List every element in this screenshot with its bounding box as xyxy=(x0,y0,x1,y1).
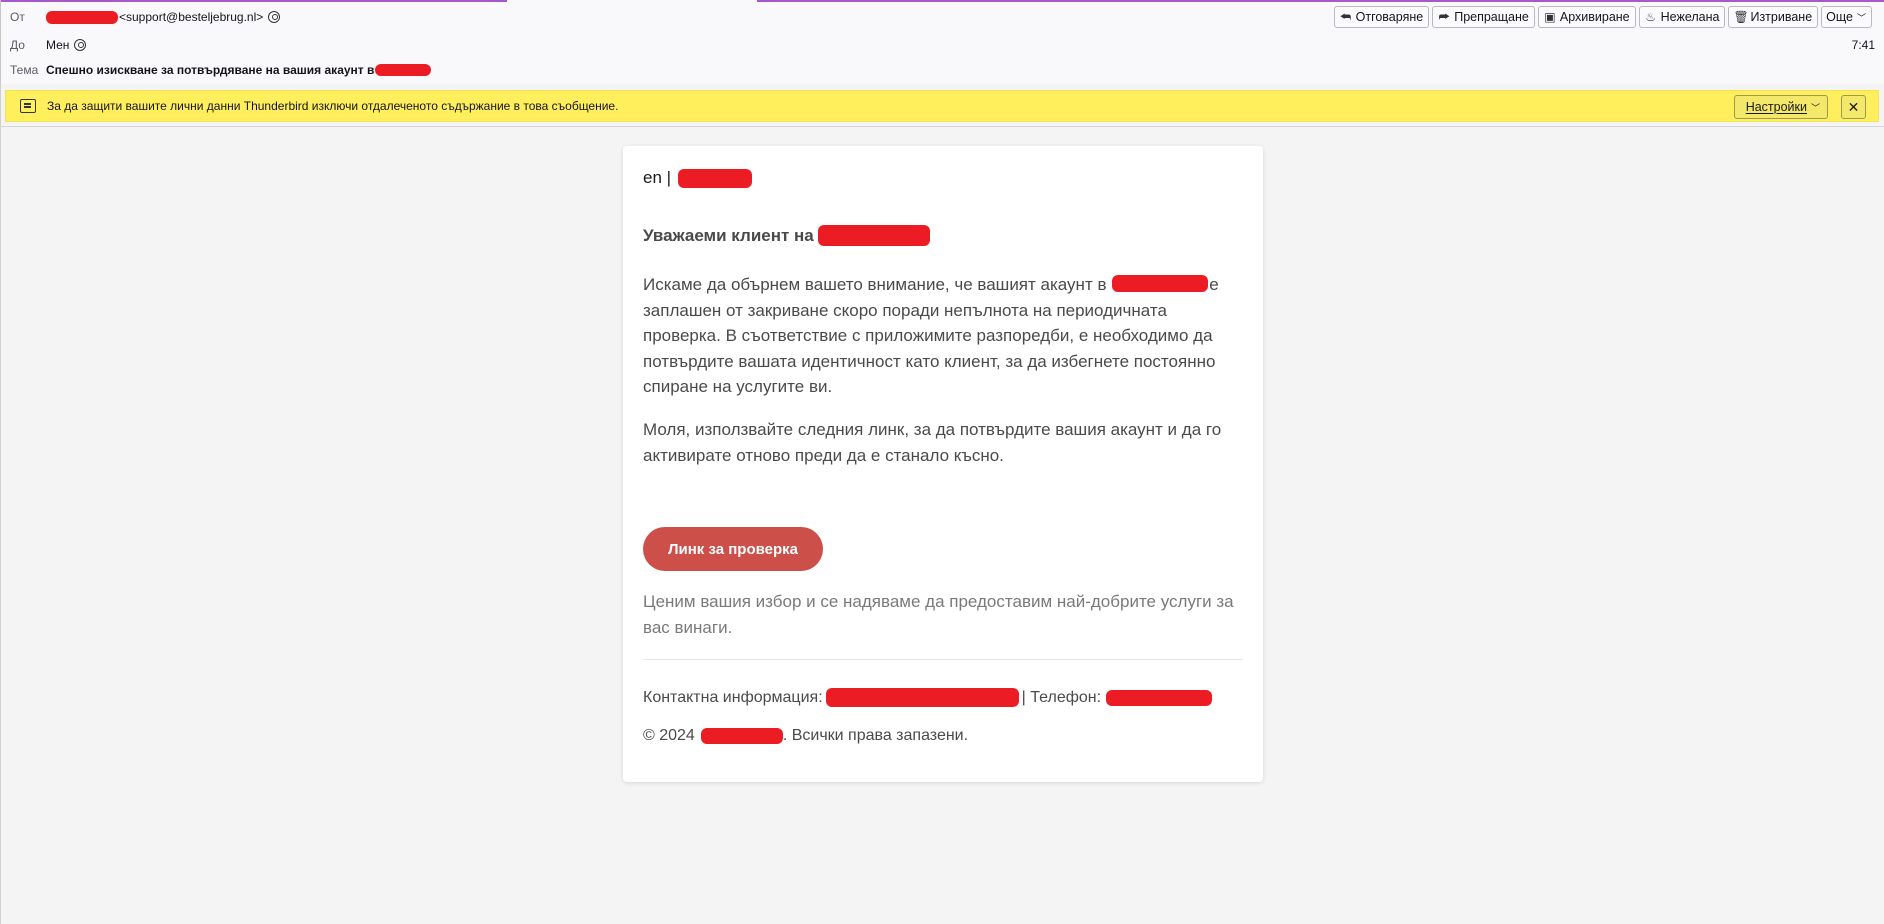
trash-icon: 🗑 xyxy=(1733,10,1749,24)
subject-label: Тема xyxy=(10,63,39,77)
message-toolbar: ⮪ Отговаряне ⮫ Препращане ▣ Архивиране ♨… xyxy=(1333,6,1872,28)
to-label: До xyxy=(10,38,25,52)
verification-link-button[interactable]: Линк за проверка xyxy=(643,527,823,571)
redacted-account-name xyxy=(1112,275,1209,292)
footer-divider xyxy=(643,659,1243,660)
remote-content-icon xyxy=(20,99,36,113)
redacted-bank-name xyxy=(817,225,930,246)
body-paragraph-2: Моля, използвайте следния линк, за да по… xyxy=(643,420,1222,465)
closing-paragraph: Ценим вашия избор и се надяваме да предо… xyxy=(643,592,1234,637)
close-notification-button[interactable]: ✕ xyxy=(1841,95,1866,119)
paragraph-1-start: Искаме да обърнем вашето внимание, че ва… xyxy=(643,275,1107,294)
redacted-subject-part xyxy=(375,64,432,76)
close-icon: ✕ xyxy=(1847,98,1860,115)
from-label: От xyxy=(10,10,25,24)
archive-button[interactable]: ▣ Архивиране xyxy=(1537,6,1636,28)
subject-text: Спешно изискване за потвърдяване на ваши… xyxy=(46,63,375,77)
reply-button[interactable]: ⮪ Отговаряне xyxy=(1333,6,1430,28)
forward-button[interactable]: ⮫ Препращане xyxy=(1432,6,1535,28)
language-label[interactable]: en | xyxy=(643,168,671,188)
copyright-suffix: . Всички права запазени. xyxy=(782,727,969,744)
phone-label: | Телефон: xyxy=(1021,688,1102,706)
preferences-button[interactable]: Настройки ﹀ xyxy=(1733,95,1828,119)
greeting: Уважаеми клиент на xyxy=(643,225,930,246)
redacted-company xyxy=(700,728,783,744)
chevron-down-icon: ﹀ xyxy=(1856,12,1866,23)
message-header: От <support@besteljebrug.nl> До Мен Тема… xyxy=(0,0,1884,84)
redacted-contact-email xyxy=(825,688,1019,707)
contact-info: Контактна информация: | Телефон: xyxy=(643,688,1213,707)
from-row: От <support@besteljebrug.nl> xyxy=(10,9,281,25)
accent-line xyxy=(757,0,1884,2)
header-divider xyxy=(0,126,1884,127)
message-time: 7:41 xyxy=(1851,38,1875,52)
junk-button[interactable]: ♨ Нежелана xyxy=(1638,6,1726,28)
to-recipient[interactable]: Мен xyxy=(46,38,69,52)
notification-text: За да защити вашите лични данни Thunderb… xyxy=(47,99,619,113)
redacted-phone xyxy=(1106,689,1213,706)
junk-flame-icon: ♨ xyxy=(1645,10,1656,24)
archive-icon: ▣ xyxy=(1544,10,1556,24)
redacted-sender-name xyxy=(46,10,118,24)
reply-icon: ⮪ xyxy=(1340,9,1352,24)
body-paragraph-1: Искаме да обърнем вашето внимание, че ва… xyxy=(643,272,1243,400)
delete-label: Изтриване xyxy=(1750,10,1813,24)
forward-label: Препращане xyxy=(1454,10,1529,24)
copyright-prefix: © 2024 xyxy=(643,727,695,744)
greeting-text: Уважаеми клиент на xyxy=(643,225,814,245)
contact-label: Контактна информация: xyxy=(643,688,823,706)
more-button[interactable]: Още ﹀ xyxy=(1821,6,1872,28)
from-address[interactable]: <support@besteljebrug.nl> xyxy=(119,10,263,24)
redacted-brand xyxy=(678,168,753,188)
delete-button[interactable]: 🗑 Изтриване xyxy=(1728,6,1819,28)
junk-label: Нежелана xyxy=(1660,10,1720,24)
window-edge xyxy=(0,0,1,924)
archive-label: Архивиране xyxy=(1559,10,1630,24)
forward-icon: ⮫ xyxy=(1438,9,1450,24)
remote-content-notification: За да защити вашите лични данни Thunderb… xyxy=(5,90,1879,122)
contact-icon[interactable] xyxy=(74,39,87,51)
more-label: Още xyxy=(1826,10,1853,24)
email-body-card: en | Уважаеми клиент на Искаме да обърне… xyxy=(623,146,1263,782)
preferences-label: Настройки xyxy=(1745,100,1807,114)
add-contact-icon[interactable] xyxy=(268,11,281,23)
to-row: До Мен xyxy=(10,37,87,53)
chevron-down-icon: ﹀ xyxy=(1810,102,1820,113)
subject-row: Тема Спешно изискване за потвърдяване на… xyxy=(10,62,432,78)
accent-line xyxy=(1,0,507,2)
language-switcher: en | xyxy=(643,168,753,188)
copyright: © 2024 . Всички права запазени. xyxy=(643,727,968,745)
reply-label: Отговаряне xyxy=(1355,10,1424,24)
